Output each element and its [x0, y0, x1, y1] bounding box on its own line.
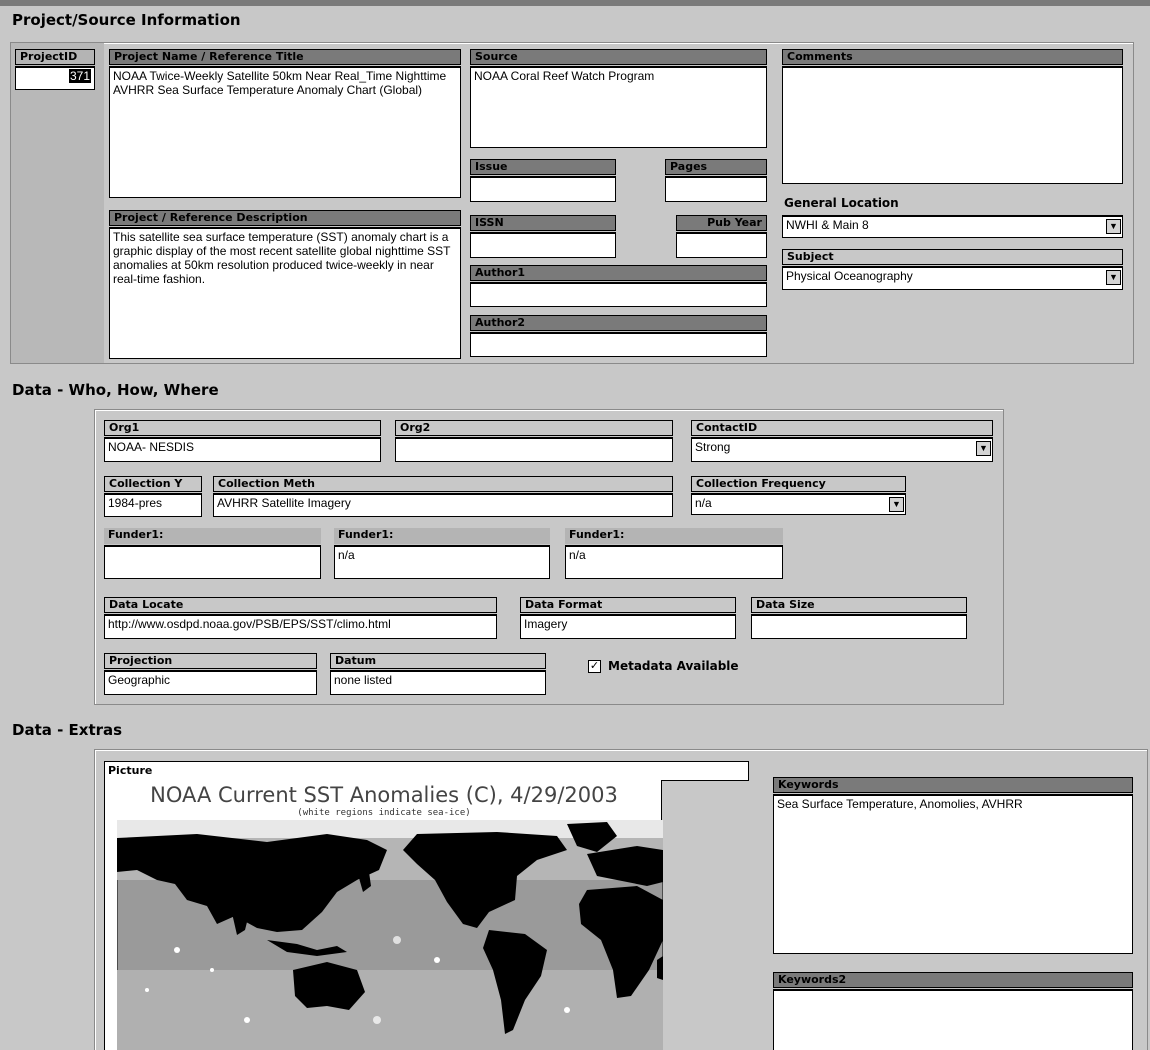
- funder1-field[interactable]: [104, 545, 321, 579]
- collection-frequency-select[interactable]: n/a ▼: [691, 493, 906, 515]
- collection-method-field[interactable]: AVHRR Satellite Imagery: [213, 493, 673, 517]
- org2-field[interactable]: [395, 437, 673, 462]
- picture-label: Picture: [104, 761, 749, 781]
- comments-label: Comments: [782, 49, 1123, 65]
- picture-frame: NOAA Current SST Anomalies (C), 4/29/200…: [104, 780, 663, 1050]
- top-border: [0, 0, 1150, 6]
- metadata-label: Metadata Available: [608, 659, 739, 673]
- sst-anomaly-map: [117, 820, 663, 1050]
- org1-field[interactable]: NOAA- NESDIS: [104, 437, 381, 462]
- project-name-field[interactable]: NOAA Twice-Weekly Satellite 50km Near Re…: [109, 66, 461, 198]
- org2-label: Org2: [395, 420, 673, 436]
- projection-label: Projection: [104, 653, 317, 669]
- pages-label: Pages: [665, 159, 767, 175]
- subject-value: Physical Oceanography: [786, 269, 913, 283]
- data-size-field[interactable]: [751, 614, 967, 639]
- pages-field[interactable]: [665, 176, 767, 202]
- issn-field[interactable]: [470, 232, 616, 258]
- checkmark-icon: ✓: [589, 660, 600, 672]
- keywords-label: Keywords: [773, 777, 1133, 793]
- general-location-label: General Location: [784, 196, 899, 210]
- project-id-strip: [11, 43, 104, 363]
- author1-label: Author1: [470, 265, 767, 281]
- data-locate-field[interactable]: http://www.osdpd.noaa.gov/PSB/EPS/SST/cl…: [104, 614, 497, 639]
- issn-label: ISSN: [470, 215, 616, 231]
- author2-label: Author2: [470, 315, 767, 331]
- datum-field[interactable]: none listed: [330, 670, 546, 695]
- data-format-field[interactable]: Imagery: [520, 614, 736, 639]
- datum-label: Datum: [330, 653, 546, 669]
- chevron-down-icon[interactable]: ▼: [976, 441, 991, 456]
- data-format-label: Data Format: [520, 597, 736, 613]
- collection-method-label: Collection Meth: [213, 476, 673, 492]
- project-description-field[interactable]: This satellite sea surface temperature (…: [109, 227, 461, 359]
- project-id-field[interactable]: 371: [15, 66, 95, 90]
- subject-select[interactable]: Physical Oceanography ▼: [782, 266, 1123, 290]
- picture-subtitle: (white regions indicate sea-ice): [297, 808, 471, 818]
- issue-label: Issue: [470, 159, 616, 175]
- collection-frequency-label: Collection Frequency: [691, 476, 906, 492]
- picture-title: NOAA Current SST Anomalies (C), 4/29/200…: [150, 783, 618, 807]
- section-title-who: Data - Who, How, Where: [12, 381, 219, 399]
- issue-field[interactable]: [470, 176, 616, 202]
- section-title-project: Project/Source Information: [12, 11, 241, 29]
- pub-year-field[interactable]: [676, 232, 767, 258]
- funder2-field[interactable]: n/a: [334, 545, 550, 579]
- funder3-field[interactable]: n/a: [565, 545, 783, 579]
- general-location-value: NWHI & Main 8: [786, 218, 869, 232]
- collection-year-label: Collection Y: [104, 476, 202, 492]
- contact-select[interactable]: Strong ▼: [691, 437, 993, 462]
- collection-frequency-value: n/a: [695, 496, 712, 510]
- project-id-value: 371: [68, 69, 91, 83]
- source-field[interactable]: NOAA Coral Reef Watch Program: [470, 66, 767, 148]
- contact-label: ContactID: [691, 420, 993, 436]
- project-id-label: ProjectID: [15, 49, 95, 65]
- collection-year-field[interactable]: 1984-pres: [104, 493, 202, 517]
- funder2-label: Funder1:: [334, 528, 550, 544]
- chevron-down-icon[interactable]: ▼: [1106, 219, 1121, 234]
- comments-field[interactable]: [782, 66, 1123, 184]
- project-description-label: Project / Reference Description: [109, 210, 461, 226]
- keywords2-field[interactable]: [773, 989, 1133, 1050]
- author2-field[interactable]: [470, 332, 767, 357]
- funder1-label: Funder1:: [104, 528, 321, 544]
- author1-field[interactable]: [470, 282, 767, 307]
- general-location-select[interactable]: NWHI & Main 8 ▼: [782, 215, 1123, 238]
- subject-label: Subject: [782, 249, 1123, 265]
- contact-value: Strong: [695, 440, 731, 454]
- keywords-field[interactable]: Sea Surface Temperature, Anomolies, AVHR…: [773, 794, 1133, 954]
- data-locate-label: Data Locate: [104, 597, 497, 613]
- keywords2-label: Keywords2: [773, 972, 1133, 988]
- org1-label: Org1: [104, 420, 381, 436]
- metadata-checkbox[interactable]: ✓: [588, 660, 601, 673]
- projection-field[interactable]: Geographic: [104, 670, 317, 695]
- data-size-label: Data Size: [751, 597, 967, 613]
- funder3-label: Funder1:: [565, 528, 783, 544]
- chevron-down-icon[interactable]: ▼: [1106, 270, 1121, 285]
- section-title-extras: Data - Extras: [12, 721, 123, 739]
- source-label: Source: [470, 49, 767, 65]
- pub-year-label: Pub Year: [676, 215, 767, 231]
- chevron-down-icon[interactable]: ▼: [889, 497, 904, 512]
- project-name-label: Project Name / Reference Title: [109, 49, 461, 65]
